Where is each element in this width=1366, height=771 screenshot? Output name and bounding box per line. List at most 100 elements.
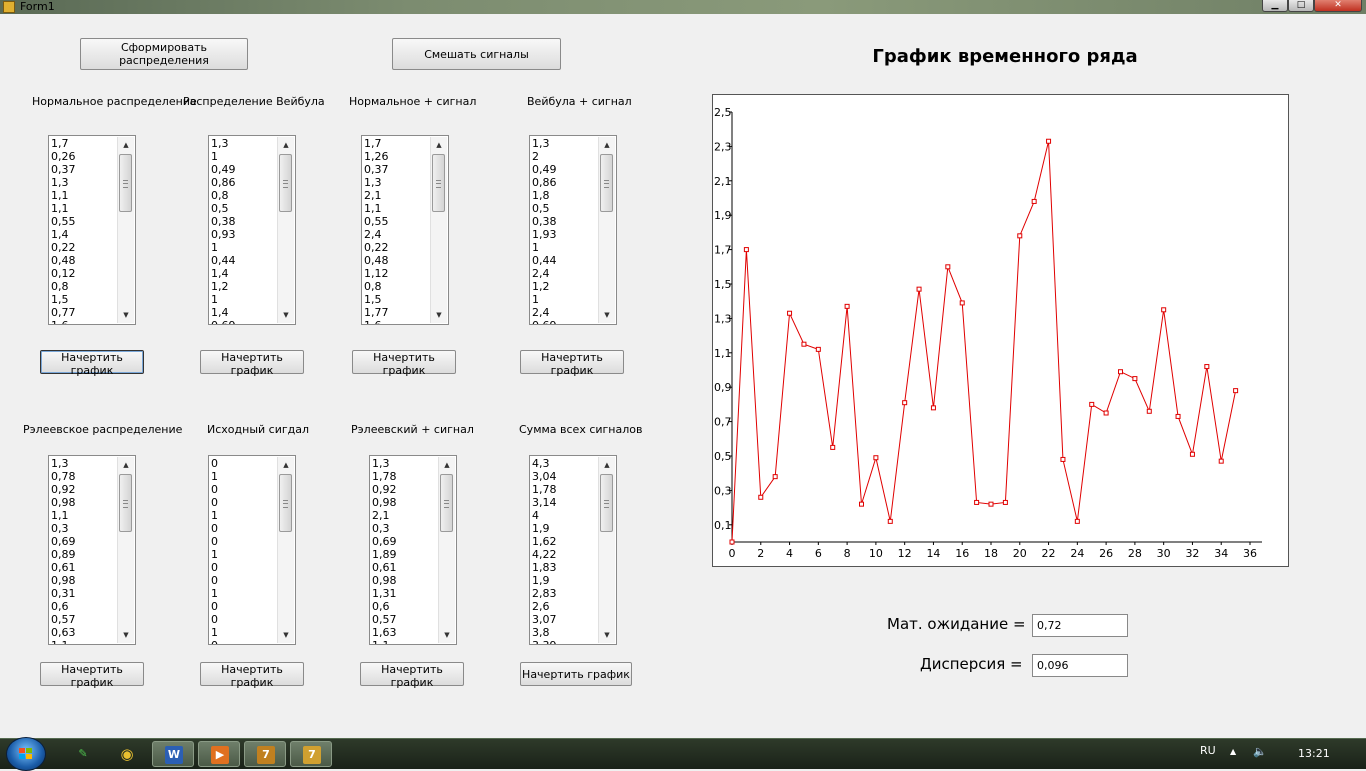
list-item[interactable]: 0,8	[51, 280, 119, 293]
draw-chart-button-source-signal[interactable]: Начертить график	[200, 662, 304, 689]
list-item[interactable]: 0,44	[211, 254, 279, 267]
list-item[interactable]: 0,98	[51, 574, 119, 587]
list-item[interactable]: 0,12	[51, 267, 119, 280]
list-item[interactable]: 0,37	[364, 163, 432, 176]
list-item[interactable]: 1,3	[372, 457, 440, 470]
list-item[interactable]: 1	[211, 150, 279, 163]
list-item[interactable]: 0,61	[372, 561, 440, 574]
listbox-rayleigh[interactable]: 1,3 0,78 0,92 0,98 1,1 0,3 0,69 0,89 0,61 0,98 0,3…	[48, 455, 136, 645]
listbox-weibull[interactable]: 1,3 1 0,49 0,86 0,8 0,5 0,38 0,93 1 0,44 1,4 1,2 1 1,…	[208, 135, 296, 325]
scroll-down-icon[interactable]: ▼	[431, 307, 447, 323]
list-item[interactable]: 4	[532, 509, 600, 522]
list-item[interactable]: 0,3	[372, 522, 440, 535]
scroll-up-icon[interactable]: ▲	[439, 457, 455, 473]
variance-field[interactable]: 0,096	[1032, 654, 1128, 677]
taskbar-delphi[interactable]: 7	[244, 741, 286, 767]
scroll-thumb[interactable]	[600, 474, 613, 532]
listbox-weibull-signal[interactable]: 1,3 2 0,49 0,86 1,8 0,5 0,38 1,93 1 0,44 2,4 1,2 1 2,…	[529, 135, 617, 325]
list-item[interactable]: 1,1	[51, 509, 119, 522]
list-item[interactable]: 1,77	[364, 306, 432, 319]
list-item[interactable]: 1,63	[372, 626, 440, 639]
list-item[interactable]: 0,69	[51, 535, 119, 548]
scroll-down-icon[interactable]: ▼	[278, 627, 294, 643]
list-item[interactable]: 0,69	[211, 319, 279, 324]
list-item[interactable]: 0	[211, 535, 279, 548]
list-item[interactable]: 1,7	[51, 137, 119, 150]
list-item[interactable]: 0	[211, 561, 279, 574]
list-item[interactable]: 3,8	[532, 626, 600, 639]
scroll-up-icon[interactable]: ▲	[278, 457, 294, 473]
list-item[interactable]: 0,3	[51, 522, 119, 535]
list-item[interactable]: 2,6	[532, 600, 600, 613]
list-item[interactable]: 1	[532, 241, 600, 254]
listbox-normal-signal[interactable]: 1,7 1,26 0,37 1,3 2,1 1,1 0,55 2,4 0,22 0,48 1,12 0…	[361, 135, 449, 325]
clock[interactable]: 13:21	[1298, 747, 1330, 760]
list-item[interactable]: 1,6	[364, 319, 432, 324]
window-titlebar[interactable]: Form1 ▁ □ ✕	[0, 0, 1366, 14]
list-item[interactable]: 1,83	[532, 561, 600, 574]
scroll-up-icon[interactable]: ▲	[118, 457, 134, 473]
list-item[interactable]: 1	[211, 587, 279, 600]
scrollbar[interactable]: ▲ ▼	[598, 457, 615, 643]
close-button[interactable]: ✕	[1314, 0, 1362, 12]
list-item[interactable]: 1,2	[532, 280, 600, 293]
list-item[interactable]: 0	[211, 574, 279, 587]
list-item[interactable]: 1,62	[532, 535, 600, 548]
list-item[interactable]: 2,83	[532, 587, 600, 600]
show-hidden-icons-icon[interactable]: ▲	[1230, 747, 1236, 756]
list-item[interactable]: 0,89	[51, 548, 119, 561]
list-item[interactable]: 1,3	[51, 457, 119, 470]
list-item[interactable]: 0,38	[211, 215, 279, 228]
list-item[interactable]: 1,4	[51, 228, 119, 241]
scrollbar[interactable]: ▲ ▼	[598, 137, 615, 323]
list-item[interactable]: 2	[532, 150, 600, 163]
scroll-down-icon[interactable]: ▼	[118, 307, 134, 323]
list-item[interactable]: 2,4	[364, 228, 432, 241]
list-item[interactable]: 1	[532, 293, 600, 306]
scroll-thumb[interactable]	[600, 154, 613, 212]
list-item[interactable]: 1,1	[51, 189, 119, 202]
list-item[interactable]: 1,2	[211, 280, 279, 293]
scroll-thumb[interactable]	[440, 474, 453, 532]
list-item[interactable]: 0,38	[532, 215, 600, 228]
list-item[interactable]: 0,93	[211, 228, 279, 241]
minimize-button[interactable]: ▁	[1262, 0, 1288, 12]
list-item[interactable]: 0,92	[372, 483, 440, 496]
scrollbar[interactable]: ▲ ▼	[277, 137, 294, 323]
list-item[interactable]: 0,57	[51, 613, 119, 626]
list-item[interactable]: 0	[211, 522, 279, 535]
scroll-up-icon[interactable]: ▲	[599, 137, 615, 153]
taskbar-evernote[interactable]: ✎	[62, 741, 104, 767]
scrollbar[interactable]: ▲ ▼	[277, 457, 294, 643]
list-item[interactable]: 0,55	[364, 215, 432, 228]
scrollbar[interactable]: ▲ ▼	[430, 137, 447, 323]
list-item[interactable]: 4,22	[532, 548, 600, 561]
list-item[interactable]: 1,5	[364, 293, 432, 306]
scroll-up-icon[interactable]: ▲	[599, 457, 615, 473]
draw-chart-button-rayleigh[interactable]: Начертить график	[40, 662, 144, 689]
list-item[interactable]: 0,37	[51, 163, 119, 176]
list-item[interactable]: 1,26	[364, 150, 432, 163]
list-item[interactable]: 1,6	[51, 319, 119, 324]
scroll-thumb[interactable]	[279, 154, 292, 212]
list-item[interactable]: 1,3	[51, 176, 119, 189]
mix-signals-button[interactable]: Смешать сигналы	[392, 38, 561, 70]
list-item[interactable]: 0,6	[372, 600, 440, 613]
list-item[interactable]: 3,14	[532, 496, 600, 509]
list-item[interactable]: 3,07	[532, 613, 600, 626]
list-item[interactable]: 1,3	[211, 137, 279, 150]
list-item[interactable]: 1,78	[532, 483, 600, 496]
list-item[interactable]: 0,98	[372, 574, 440, 587]
list-item[interactable]: 1,8	[532, 189, 600, 202]
list-item[interactable]: 0,8	[211, 189, 279, 202]
list-item[interactable]: 0,8	[364, 280, 432, 293]
list-item[interactable]: 1	[211, 241, 279, 254]
list-item[interactable]: 1,1	[51, 202, 119, 215]
taskbar-delphi-form[interactable]: 7	[290, 741, 332, 767]
list-item[interactable]: 0,61	[51, 561, 119, 574]
maximize-button[interactable]: □	[1288, 0, 1314, 12]
list-item[interactable]: 0,86	[532, 176, 600, 189]
list-item[interactable]: 0,57	[372, 613, 440, 626]
listbox-rayleigh-signal[interactable]: 1,3 1,78 0,92 0,98 2,1 0,3 0,69 1,89 0,61 0,98 1,3…	[369, 455, 457, 645]
taskbar-media-player[interactable]: ▶	[198, 741, 240, 767]
